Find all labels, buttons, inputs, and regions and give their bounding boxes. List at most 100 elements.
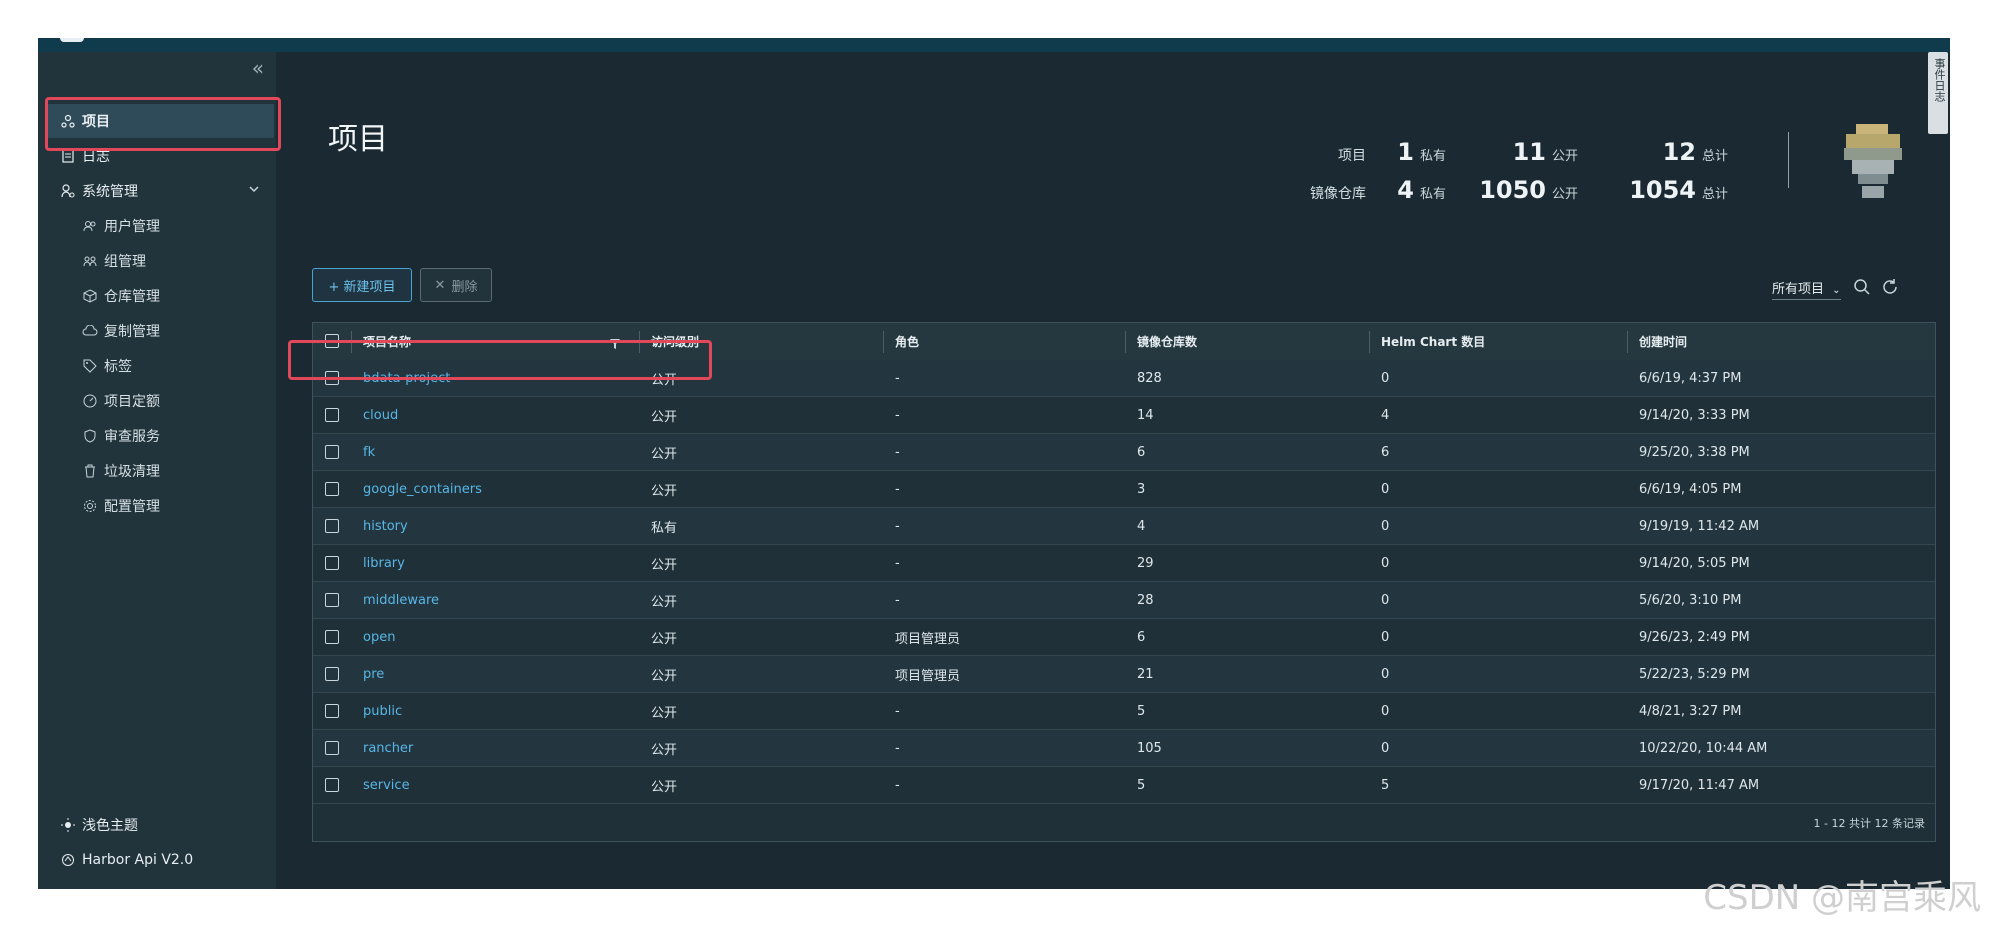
- created-time: 5/6/20, 3:10 PM: [1639, 593, 1742, 608]
- access-level: 公开: [651, 484, 678, 499]
- harbor-api-link[interactable]: Harbor Api V2.0: [48, 843, 274, 877]
- sidebar-item-system[interactable]: 系统管理: [48, 174, 274, 208]
- project-name-link[interactable]: rancher: [363, 730, 413, 767]
- repo-count: 29: [1137, 556, 1154, 571]
- dashboard-icon: [82, 393, 98, 409]
- sidebar-item-groups[interactable]: 组管理: [48, 244, 274, 278]
- sidebar-item-labels[interactable]: 标签: [48, 349, 274, 383]
- app-window: « 项目 日志 系统管理 用户管理 组管理 仓库管理 复制管理 标签 项目定额 …: [38, 38, 1950, 889]
- projects-private-count: 1: [1397, 138, 1414, 166]
- col-helm-chart-count[interactable]: Helm Chart 数目: [1381, 323, 1485, 360]
- refresh-icon[interactable]: [1881, 278, 1899, 300]
- table-row[interactable]: fk 公开 - 6 6 9/25/20, 3:38 PM: [313, 434, 1935, 471]
- project-name-link[interactable]: middleware: [363, 582, 439, 619]
- created-time: 9/14/20, 3:33 PM: [1639, 408, 1750, 423]
- sidebar-item-config[interactable]: 配置管理: [48, 489, 274, 523]
- access-level: 公开: [651, 780, 678, 795]
- repos-stats: 镜像仓库 4 私有 1050 公开 1054 总计: [1302, 176, 1728, 204]
- row-checkbox[interactable]: [325, 704, 339, 718]
- chevron-down-icon[interactable]: [248, 183, 260, 199]
- sidebar-item-replication[interactable]: 复制管理: [48, 314, 274, 348]
- search-icon[interactable]: [1853, 278, 1871, 300]
- delete-label: 删除: [451, 279, 478, 295]
- row-checkbox[interactable]: [325, 778, 339, 792]
- private-label: 私有: [1420, 149, 1447, 164]
- sidebar-item-interrogation[interactable]: 审查服务: [48, 419, 274, 453]
- public-label: 公开: [1552, 149, 1579, 164]
- sidebar-item-gc[interactable]: 垃圾清理: [48, 454, 274, 488]
- project-name-link[interactable]: open: [363, 619, 395, 656]
- access-level: 公开: [651, 743, 678, 758]
- repo-count: 5: [1137, 704, 1146, 719]
- project-name-link[interactable]: cloud: [363, 397, 398, 434]
- row-checkbox[interactable]: [325, 741, 339, 755]
- row-checkbox[interactable]: [325, 519, 339, 533]
- public-label: 公开: [1552, 187, 1579, 202]
- table-row[interactable]: google_containers 公开 - 3 0 6/6/19, 4:05 …: [313, 471, 1935, 508]
- project-name-link[interactable]: history: [363, 508, 408, 545]
- event-log-tab[interactable]: 事件日志: [1928, 52, 1948, 134]
- project-filter: 所有项目 ⌄: [1772, 278, 1899, 300]
- row-checkbox[interactable]: [325, 593, 339, 607]
- project-name-link[interactable]: service: [363, 767, 410, 804]
- collapse-sidebar-icon[interactable]: «: [252, 58, 264, 78]
- project-filter-select[interactable]: 所有项目 ⌄: [1772, 278, 1841, 300]
- tag-icon: [82, 358, 98, 374]
- col-repo-count[interactable]: 镜像仓库数: [1137, 323, 1197, 360]
- projects-stats: 项目 1 私有 11 公开 12 总计: [1302, 138, 1728, 166]
- pagination-info: 1 - 12 共计 12 条记录: [1813, 817, 1925, 830]
- avatar[interactable]: [1836, 122, 1910, 206]
- users-icon: [82, 218, 98, 234]
- gear-icon: [82, 498, 98, 514]
- row-checkbox[interactable]: [325, 445, 339, 459]
- table-row[interactable]: rancher 公开 - 105 0 10/22/20, 10:44 AM: [313, 730, 1935, 767]
- table-row[interactable]: cloud 公开 - 14 4 9/14/20, 3:33 PM: [313, 397, 1935, 434]
- trash-icon: [82, 463, 98, 479]
- role: -: [895, 593, 900, 608]
- project-name-link[interactable]: pre: [363, 656, 384, 693]
- repo-count: 6: [1137, 445, 1146, 460]
- col-role[interactable]: 角色: [895, 323, 919, 360]
- project-name-link[interactable]: public: [363, 693, 402, 730]
- repo-count: 5: [1137, 778, 1146, 793]
- table-row[interactable]: pre 公开 项目管理员 21 0 5/22/23, 5:29 PM: [313, 656, 1935, 693]
- access-level: 公开: [651, 595, 678, 610]
- row-checkbox[interactable]: [325, 667, 339, 681]
- sidebar-item-repositories[interactable]: 仓库管理: [48, 279, 274, 313]
- repo-count: 14: [1137, 408, 1154, 423]
- row-checkbox[interactable]: [325, 482, 339, 496]
- cube-icon: [82, 288, 98, 304]
- role: -: [895, 445, 900, 460]
- table-row[interactable]: service 公开 - 5 5 9/17/20, 11:47 AM: [313, 767, 1935, 804]
- sidebar-item-quotas[interactable]: 项目定额: [48, 384, 274, 418]
- projects-total-count: 12: [1662, 138, 1696, 166]
- created-time: 5/22/23, 5:29 PM: [1639, 667, 1750, 682]
- project-name-link[interactable]: fk: [363, 434, 375, 471]
- created-time: 9/19/19, 11:42 AM: [1639, 519, 1760, 534]
- created-time: 9/26/23, 2:49 PM: [1639, 630, 1750, 645]
- project-name-link[interactable]: google_containers: [363, 471, 482, 508]
- total-label: 总计: [1702, 149, 1729, 164]
- table-row[interactable]: library 公开 - 29 0 9/14/20, 5:05 PM: [313, 545, 1935, 582]
- theme-toggle[interactable]: 浅色主题: [48, 808, 274, 842]
- row-checkbox[interactable]: [325, 630, 339, 644]
- new-project-button[interactable]: + 新建项目: [312, 268, 412, 302]
- cloud-sync-icon: [82, 323, 98, 339]
- projects-public-count: 11: [1512, 138, 1546, 166]
- table-row[interactable]: history 私有 - 4 0 9/19/19, 11:42 AM: [313, 508, 1935, 545]
- repo-count: 28: [1137, 593, 1154, 608]
- sidebar-item-users[interactable]: 用户管理: [48, 209, 274, 243]
- col-created-time[interactable]: 创建时间: [1639, 323, 1687, 360]
- api-label: Harbor Api V2.0: [82, 852, 194, 868]
- role: -: [895, 371, 900, 386]
- private-label: 私有: [1420, 187, 1447, 202]
- project-name-link[interactable]: library: [363, 545, 405, 582]
- column-divider: [1125, 331, 1126, 353]
- table-row[interactable]: public 公开 - 5 0 4/8/21, 3:27 PM: [313, 693, 1935, 730]
- table-row[interactable]: open 公开 项目管理员 6 0 9/26/23, 2:49 PM: [313, 619, 1935, 656]
- sidebar-sub-label: 配置管理: [104, 499, 160, 515]
- row-checkbox[interactable]: [325, 556, 339, 570]
- row-checkbox[interactable]: [325, 408, 339, 422]
- delete-button[interactable]: ✕ 删除: [420, 268, 492, 302]
- table-row[interactable]: middleware 公开 - 28 0 5/6/20, 3:10 PM: [313, 582, 1935, 619]
